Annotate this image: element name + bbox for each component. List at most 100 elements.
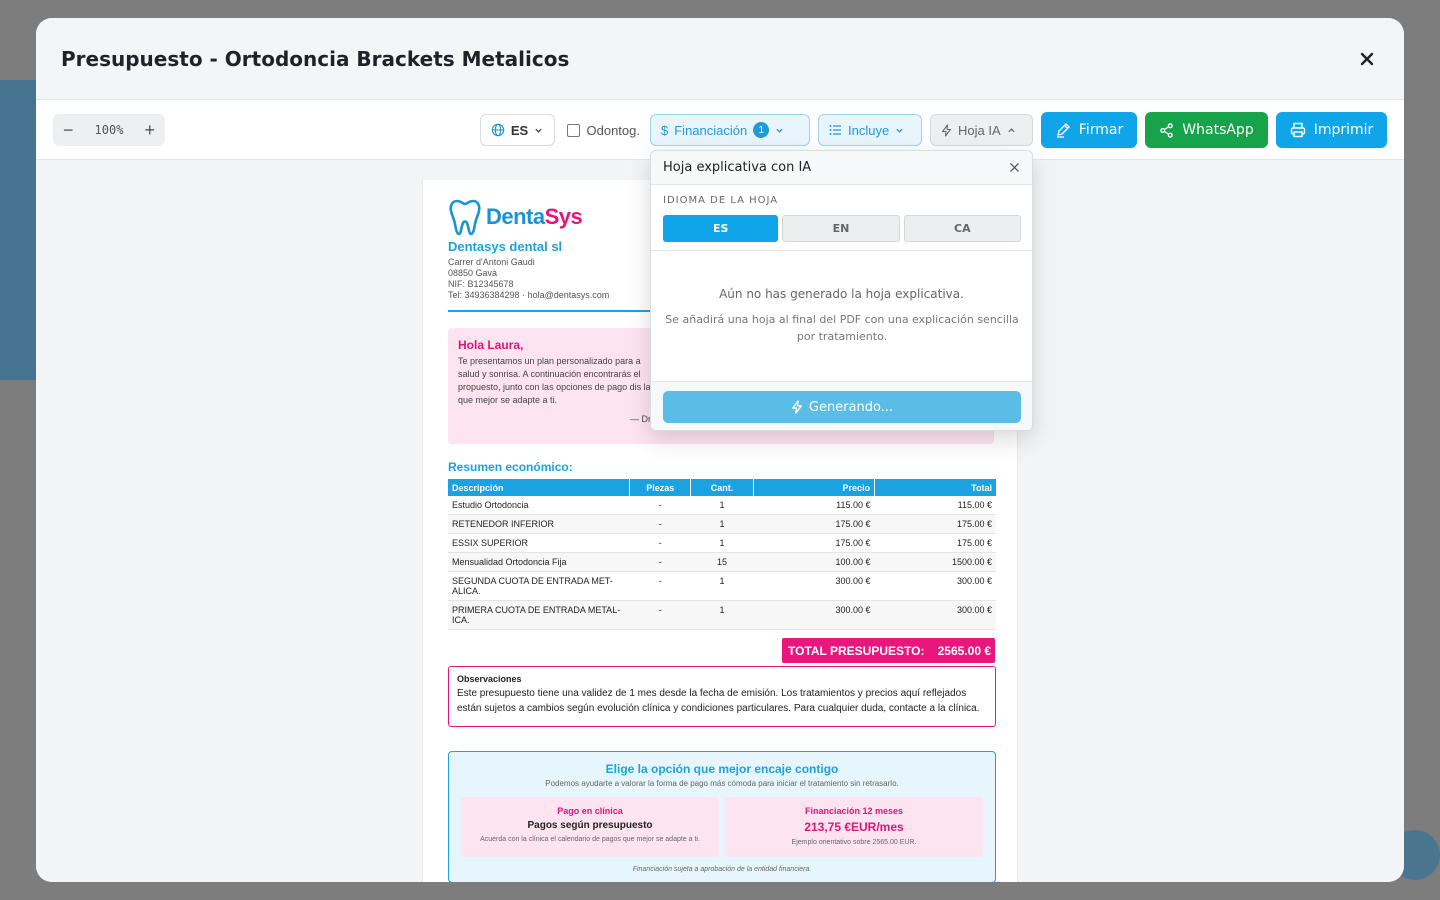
cell-price: 115.00 € <box>753 496 875 515</box>
sheet-language-en[interactable]: EN <box>782 215 900 242</box>
chevron-down-icon <box>535 128 542 133</box>
observations-title: Observaciones <box>457 674 522 684</box>
column-header: Descripción <box>448 479 631 496</box>
address-line1: Carrer d'Antoni Gaudi <box>448 257 535 267</box>
cell-pieces: - <box>629 533 691 553</box>
generate-label: Generando... <box>808 399 894 415</box>
zoom-level: 100% <box>94 123 124 137</box>
cell-quantity: 15 <box>690 552 754 572</box>
financing-dropdown[interactable]: $ Financiación 1 <box>650 114 810 146</box>
table-row: Estudio Ortodoncia - 1 115.00 € 115.00 € <box>448 496 996 515</box>
cell-pieces: - <box>629 571 691 601</box>
popover-footer: Generando... <box>651 381 1032 430</box>
cell-price: 175.00 € <box>753 533 875 553</box>
cell-pieces: - <box>629 552 691 572</box>
cell-quantity: 1 <box>690 496 754 515</box>
close-modal-button[interactable] <box>1355 47 1379 71</box>
cell-quantity: 1 <box>690 600 754 630</box>
chevron-down-icon <box>776 128 783 133</box>
payment-options-box: Elige la opción que mejor encaje contigo… <box>448 751 996 882</box>
cell-total: 115.00 € <box>874 496 996 515</box>
observations-box: Observaciones Este presupuesto tiene una… <box>448 666 996 727</box>
cell-quantity: 1 <box>690 533 754 553</box>
language-value: ES <box>510 122 529 138</box>
table-row: SEGUNDA CUOTA DE ENTRADA MET-ALICA. - 1 … <box>448 571 996 601</box>
financing-count-badge: 1 <box>753 122 770 138</box>
cell-total: 300.00 € <box>874 600 996 630</box>
table-row: ESSIX SUPERIOR - 1 175.00 € 175.00 € <box>448 533 996 553</box>
cell-description: SEGUNDA CUOTA DE ENTRADA MET-ALICA. <box>448 571 630 601</box>
budget-modal: Presupuesto - Ortodoncia Brackets Metali… <box>36 18 1404 882</box>
cell-price: 175.00 € <box>753 514 875 534</box>
sheet-language-ca[interactable]: CA <box>903 215 1021 242</box>
cell-total: 175.00 € <box>874 514 996 534</box>
cell-pieces: - <box>629 496 691 515</box>
column-header: Piezas <box>629 479 692 496</box>
odontogram-toggle[interactable]: Odontog. <box>566 123 640 138</box>
whatsapp-button[interactable]: WhatsApp <box>1145 112 1268 148</box>
cell-description: Mensualidad Ortodoncia Fija <box>448 552 630 572</box>
options-footer: Financiación sujeta a aprobación de la e… <box>632 866 812 873</box>
option-title: Financiación 12 meses <box>804 806 904 816</box>
options-title: Elige la opción que mejor encaje contigo <box>605 762 839 776</box>
cell-total: 1500.00 € <box>874 552 996 572</box>
zoom-control: − 100% + <box>53 114 165 146</box>
greeting-text: Te presentamos un plan personalizado par… <box>458 356 651 405</box>
close-icon[interactable] <box>1009 162 1020 173</box>
share-icon <box>1160 122 1174 138</box>
logo-text-part1: Denta <box>486 204 545 229</box>
modal-title: Presupuesto - Ortodoncia Brackets Metali… <box>61 46 570 71</box>
globe-icon <box>491 123 505 137</box>
cell-total: 175.00 € <box>874 533 996 553</box>
ai-sheet-popover: Hoja explicativa con IA IDIOMA DE LA HOJ… <box>650 150 1033 431</box>
language-select[interactable]: ES <box>479 114 555 146</box>
popover-title: Hoja explicativa con IA <box>663 160 812 175</box>
lightning-icon <box>791 400 802 414</box>
zoom-out-button[interactable]: − <box>63 121 74 139</box>
divider <box>651 250 1032 251</box>
sheet-language-es[interactable]: ES <box>663 215 779 242</box>
total-label: TOTAL PRESUPUESTO: <box>788 643 925 658</box>
cell-total: 300.00 € <box>874 571 996 601</box>
options-subtitle: Podemos ayudarte a valorar la forma de p… <box>545 779 899 788</box>
clinic-name: Dentasys dental sl <box>448 239 563 254</box>
modal-header: Presupuesto - Ortodoncia Brackets Metali… <box>36 18 1404 100</box>
background-app-panel <box>0 80 40 380</box>
list-icon <box>829 125 841 135</box>
option-value: 213,75 €EUR/mes <box>804 820 904 834</box>
dollar-icon: $ <box>661 122 669 138</box>
table-header: Descripción Piezas Cant. Precio Total <box>448 479 996 496</box>
tooth-icon <box>449 199 481 236</box>
logo-text-part2: Sys <box>544 204 583 229</box>
header-divider <box>448 310 653 312</box>
lightning-icon <box>941 123 952 137</box>
popover-header: Hoja explicativa con IA <box>651 151 1032 185</box>
clinic-logo: DentaSys <box>448 198 583 236</box>
ai-sheet-dropdown[interactable]: Hoja IA <box>930 114 1033 146</box>
sign-button[interactable]: Firmar <box>1041 112 1137 148</box>
clinic-nif: NIF: B12345678 <box>448 279 514 289</box>
cell-pieces: - <box>629 514 691 534</box>
generate-button[interactable]: Generando... <box>663 391 1021 423</box>
cell-description: PRIMERA CUOTA DE ENTRADA METAL-ICA. <box>448 600 630 630</box>
print-label: Imprimir <box>1313 122 1374 138</box>
print-button[interactable]: Imprimir <box>1276 112 1387 148</box>
toolbar-actions: ES Odontog. $ Financiación 1 Incluye Hoj… <box>479 112 1387 148</box>
option-financing: Financiación 12 meses 213,75 €EUR/mes Ej… <box>725 797 983 857</box>
greeting-title: Hola Laura, <box>458 338 524 352</box>
sign-label: Firmar <box>1078 122 1124 138</box>
cell-price: 300.00 € <box>753 600 875 630</box>
pen-icon <box>1056 123 1070 138</box>
greeting-signature: — Dr <box>630 414 651 424</box>
chevron-up-icon <box>1007 127 1015 132</box>
includes-dropdown[interactable]: Incluye <box>818 114 922 146</box>
items-table: Descripción Piezas Cant. Precio Total Es… <box>448 479 996 630</box>
odontogram-checkbox[interactable] <box>566 123 580 137</box>
table-row: PRIMERA CUOTA DE ENTRADA METAL-ICA. - 1 … <box>448 600 996 630</box>
cell-description: RETENEDOR INFERIOR <box>448 514 630 534</box>
cell-pieces: - <box>629 600 691 630</box>
clinic-contact: Tel: 34936384298 · hola@dentasys.com <box>448 290 610 300</box>
column-header: Precio <box>753 479 876 496</box>
table-row: Mensualidad Ortodoncia Fija - 15 100.00 … <box>448 552 996 572</box>
zoom-in-button[interactable]: + <box>144 121 155 139</box>
